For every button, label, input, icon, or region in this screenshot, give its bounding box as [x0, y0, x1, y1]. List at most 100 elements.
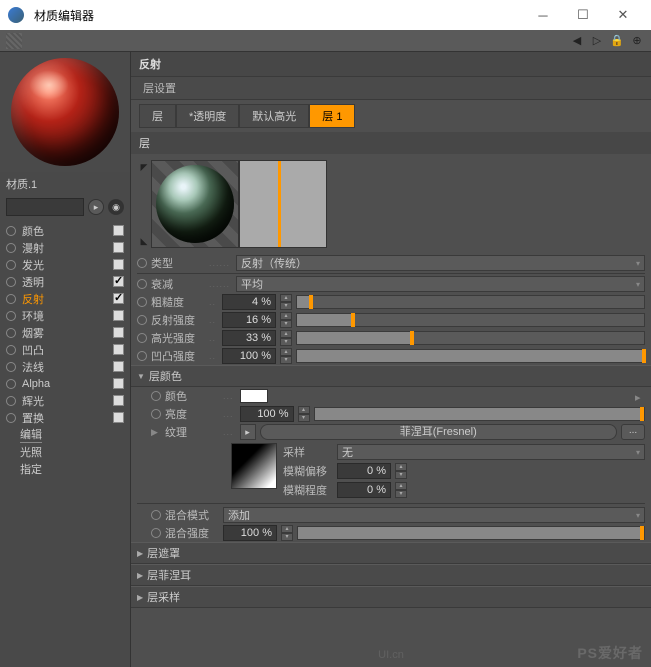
tab-2[interactable]: 默认高光 — [239, 104, 309, 128]
blur-offset-input[interactable]: 0 % — [337, 463, 391, 479]
texture-label: 纹理 — [165, 424, 219, 440]
channel-置换[interactable]: 置换 — [0, 409, 130, 426]
texture-menu-button[interactable]: ... — [621, 424, 645, 440]
channel-环境[interactable]: 环境 — [0, 307, 130, 324]
channel-checkbox[interactable] — [113, 395, 124, 406]
tab-1[interactable]: *透明度 — [176, 104, 239, 128]
layer-color-header[interactable]: ▼ 层颜色 — [131, 365, 651, 387]
dot-icon — [6, 345, 16, 355]
brightness-slider[interactable] — [314, 407, 645, 421]
tab-0[interactable]: 层 — [139, 104, 176, 128]
lock-icon[interactable]: 🔒 — [609, 33, 625, 49]
spec_str-input[interactable]: 33 % — [222, 330, 276, 346]
section-层菲涅耳[interactable]: ▶层菲涅耳 — [131, 564, 651, 586]
blur-offset-spinner[interactable]: ▴▾ — [395, 463, 407, 479]
spec_str-spinner[interactable]: ▴▾ — [280, 330, 292, 346]
blend-mode-dropdown[interactable]: 添加▾ — [223, 507, 645, 523]
channel-checkbox[interactable] — [113, 225, 124, 236]
channel-label: 法线 — [22, 359, 44, 375]
layer-previews: ◤ ◣ — [131, 154, 651, 254]
channel-发光[interactable]: 发光 — [0, 256, 130, 273]
channel-checkbox[interactable] — [113, 242, 124, 253]
type-dropdown[interactable]: 反射（传统）▾ — [236, 255, 645, 271]
refl_str-spinner[interactable]: ▴▾ — [280, 312, 292, 328]
preview-sphere — [11, 58, 119, 166]
channel-checkbox[interactable] — [113, 327, 124, 338]
refl_str-slider[interactable] — [296, 313, 645, 327]
dot-icon — [6, 413, 16, 423]
atten-dropdown[interactable]: 平均▾ — [236, 276, 645, 292]
maximize-button[interactable]: ☐ — [563, 0, 603, 30]
channel-checkbox[interactable] — [113, 293, 124, 304]
nav-right-icon[interactable]: ▷ — [589, 33, 605, 49]
grip-icon — [6, 33, 22, 49]
channel-辉光[interactable]: 辉光 — [0, 392, 130, 409]
channel-checkbox[interactable] — [113, 412, 124, 423]
color-menu-icon[interactable]: ▸ — [635, 391, 645, 401]
dot-icon — [6, 243, 16, 253]
watermark: PS爱好者 — [577, 643, 643, 663]
channel-法线[interactable]: 法线 — [0, 358, 130, 375]
blur-scale-label: 模糊程度 — [283, 482, 333, 498]
channel-checkbox[interactable] — [113, 276, 124, 287]
material-name-input[interactable] — [6, 198, 84, 216]
channel-checkbox[interactable] — [113, 310, 124, 321]
channel-Alpha[interactable]: Alpha — [0, 375, 130, 392]
spec_str-slider[interactable] — [296, 331, 645, 345]
spec_str-label: 高光强度 — [151, 330, 205, 346]
sub-item-编辑[interactable]: 编辑 — [0, 426, 130, 443]
expand-icon[interactable]: ⊕ — [629, 33, 645, 49]
titlebar: 材质编辑器 ─ ☐ ✕ — [0, 0, 651, 30]
name-menu-arrow-icon[interactable]: ▸ — [88, 199, 104, 215]
channel-checkbox[interactable] — [113, 378, 124, 389]
brightness-input[interactable]: 100 % — [240, 406, 294, 422]
texture-button[interactable]: 菲涅耳(Fresnel) — [260, 424, 617, 440]
gradient-sample[interactable] — [231, 443, 277, 489]
section-层遮罩[interactable]: ▶层遮罩 — [131, 542, 651, 564]
texture-play-icon[interactable]: ▸ — [240, 424, 256, 440]
rough-spinner[interactable]: ▴▾ — [280, 294, 292, 310]
minimize-button[interactable]: ─ — [523, 0, 563, 30]
channel-checkbox[interactable] — [113, 344, 124, 355]
bump_str-spinner[interactable]: ▴▾ — [280, 348, 292, 364]
blend-strength-spinner[interactable]: ▴▾ — [281, 525, 293, 541]
prev-up-icon[interactable]: ◤ — [139, 162, 149, 172]
dot-icon — [6, 379, 16, 389]
channel-烟雾[interactable]: 烟雾 — [0, 324, 130, 341]
bump_str-input[interactable]: 100 % — [222, 348, 276, 364]
section-层采样[interactable]: ▶层采样 — [131, 586, 651, 608]
nav-left-icon[interactable]: ◀ — [569, 33, 585, 49]
dot-icon — [137, 351, 147, 361]
name-picker-icon[interactable]: ◉ — [108, 199, 124, 215]
blur-scale-spinner[interactable]: ▴▾ — [395, 482, 407, 498]
brightness-spinner[interactable]: ▴▾ — [298, 406, 310, 422]
triangle-right-icon[interactable]: ▶ — [151, 427, 161, 438]
blend-strength-slider[interactable] — [297, 526, 645, 540]
channel-凹凸[interactable]: 凹凸 — [0, 341, 130, 358]
sub-item-光照[interactable]: 光照 — [0, 443, 130, 460]
tab-3[interactable]: 层 1 — [309, 104, 355, 128]
channel-透明[interactable]: 透明 — [0, 273, 130, 290]
channel-label: 透明 — [22, 274, 44, 290]
color-swatch[interactable] — [240, 389, 268, 403]
layer-preview-gradient[interactable] — [239, 160, 327, 248]
sub-item-指定[interactable]: 指定 — [0, 460, 130, 477]
close-button[interactable]: ✕ — [603, 0, 643, 30]
bump_str-slider[interactable] — [296, 349, 645, 363]
refl_str-input[interactable]: 16 % — [222, 312, 276, 328]
rough-input[interactable]: 4 % — [222, 294, 276, 310]
blur-scale-input[interactable]: 0 % — [337, 482, 391, 498]
channel-反射[interactable]: 反射 — [0, 290, 130, 307]
spec_str-row: 高光强度..33 %▴▾ — [131, 329, 651, 347]
sample-dropdown[interactable]: 无▾ — [337, 444, 645, 460]
blend-strength-input[interactable]: 100 % — [223, 525, 277, 541]
rough-slider[interactable] — [296, 295, 645, 309]
prev-down-icon[interactable]: ◣ — [139, 236, 149, 246]
channel-漫射[interactable]: 漫射 — [0, 239, 130, 256]
channel-颜色[interactable]: 颜色 — [0, 222, 130, 239]
channel-checkbox[interactable] — [113, 361, 124, 372]
layer-preview-sphere[interactable] — [151, 160, 239, 248]
channel-checkbox[interactable] — [113, 259, 124, 270]
bump_str-row: 凹凸强度..100 %▴▾ — [131, 347, 651, 365]
material-preview[interactable] — [0, 52, 130, 172]
